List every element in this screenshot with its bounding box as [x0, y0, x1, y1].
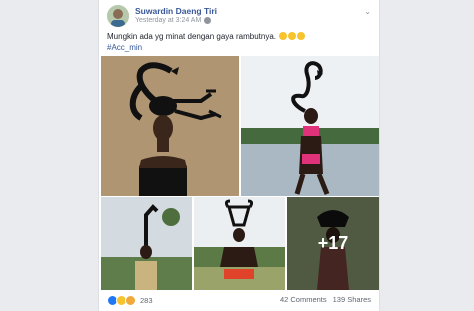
more-photos-count: +17: [317, 233, 349, 253]
photo-4[interactable]: [194, 197, 285, 290]
reaction-count: 283: [140, 296, 153, 305]
post-meta: Yesterday at 3:24 AM: [135, 17, 212, 24]
shares-link[interactable]: 139 Shares: [333, 295, 371, 304]
reactions-summary[interactable]: 283: [107, 295, 153, 306]
comments-link[interactable]: 42 Comments: [280, 295, 327, 304]
chevron-down-icon[interactable]: ⌄: [364, 7, 371, 16]
avatar[interactable]: [107, 5, 129, 27]
post-stats: 42 Comments 139 Shares: [280, 295, 371, 304]
post-caption: Mungkin ada yg minat dengan gaya rambutn…: [107, 32, 276, 41]
photo-3[interactable]: [101, 197, 192, 290]
post-timestamp[interactable]: Yesterday at 3:24 AM: [135, 17, 201, 24]
photo-2[interactable]: [241, 56, 379, 196]
globe-icon: [204, 17, 212, 24]
wow-reaction-icon: [125, 295, 136, 306]
author-name[interactable]: Suwardin Daeng Tiri: [135, 6, 217, 16]
post-header: Suwardin Daeng Tiri Yesterday at 3:24 AM…: [107, 5, 371, 27]
post-text: Mungkin ada yg minat dengan gaya rambutn…: [107, 31, 306, 53]
hashtag-link[interactable]: #Acc_min: [107, 43, 142, 52]
post-card: Suwardin Daeng Tiri Yesterday at 3:24 AM…: [98, 0, 380, 311]
laughing-emoji-icon: [297, 32, 306, 40]
post-footer: 283 42 Comments 139 Shares: [107, 293, 371, 307]
photo-5[interactable]: +17: [287, 197, 379, 290]
laughing-emoji-icon: [279, 32, 288, 40]
photo-1[interactable]: [101, 56, 239, 196]
more-photos-overlay[interactable]: +17: [287, 197, 379, 290]
laughing-emoji-icon: [288, 32, 297, 40]
